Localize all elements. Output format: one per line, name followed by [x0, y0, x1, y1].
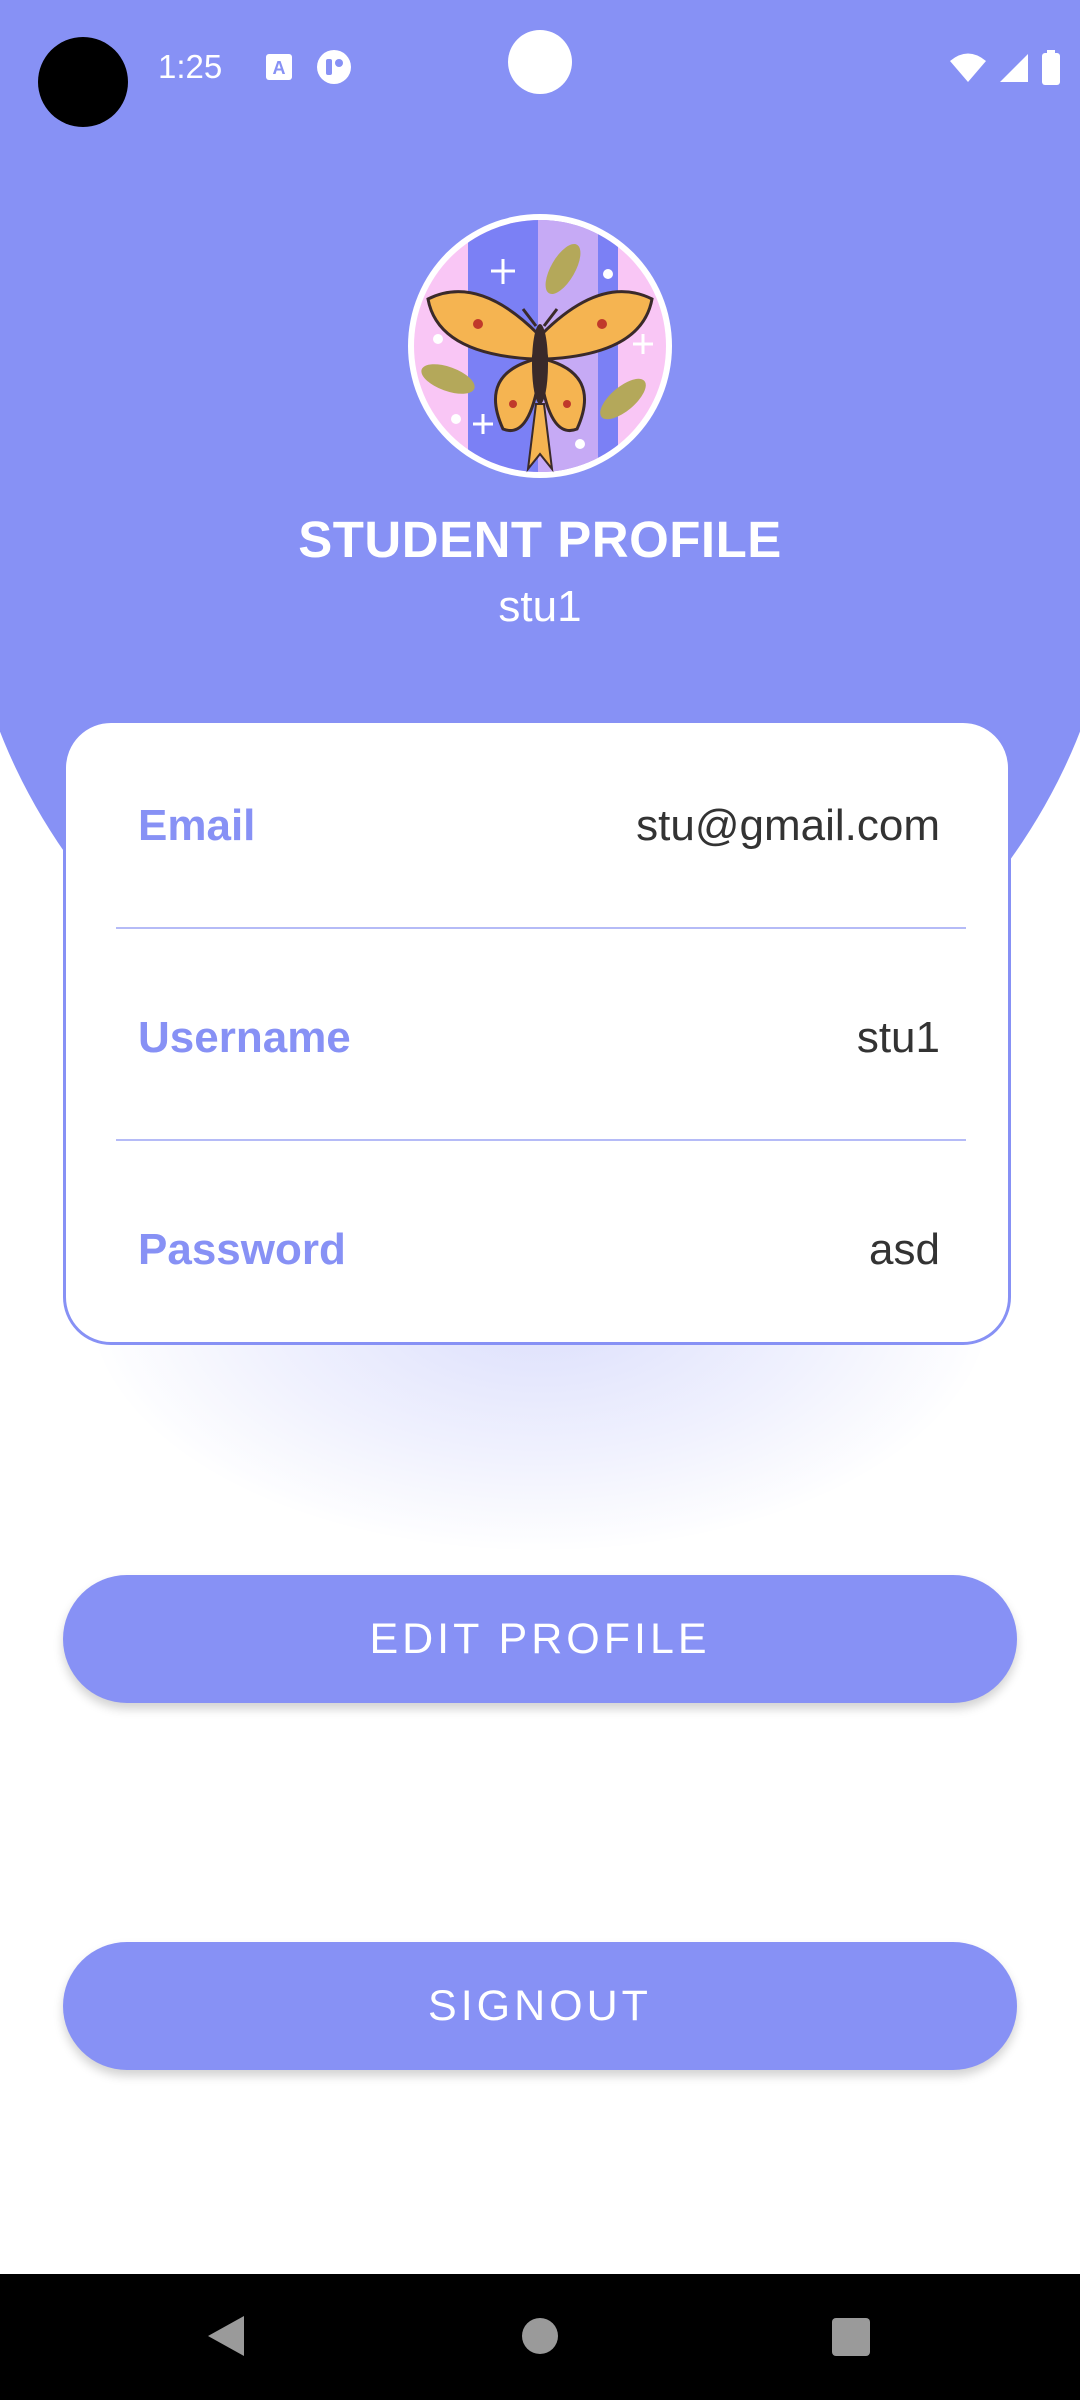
edit-profile-button[interactable]: EDIT PROFILE: [63, 1575, 1017, 1703]
email-row: Email stu@gmail.com: [66, 775, 1008, 875]
a-icon: A: [266, 54, 292, 80]
back-icon[interactable]: [206, 2314, 246, 2358]
email-label: Email: [138, 801, 256, 850]
status-bar: 1:25 A: [0, 0, 1080, 130]
svg-text:A: A: [273, 58, 286, 78]
signal-icon: [1000, 54, 1028, 82]
username-label: Username: [138, 1013, 351, 1062]
username-row: Username stu1: [66, 987, 1008, 1087]
password-value: asd: [869, 1225, 940, 1274]
username-value: stu1: [856, 1013, 940, 1062]
status-right-icons: [948, 50, 1062, 86]
profile-username-subtitle: stu1: [498, 582, 582, 631]
divider: [116, 927, 966, 929]
divider: [116, 1139, 966, 1141]
password-row: Password asd: [66, 1199, 1008, 1299]
battery-icon: [1042, 50, 1060, 85]
profile-info-card: Email stu@gmail.com Username stu1 Passwo…: [63, 720, 1011, 1345]
wifi-icon: [950, 53, 986, 82]
front-sensor: [508, 30, 572, 94]
profile-avatar[interactable]: [408, 214, 672, 478]
system-nav-bar: [0, 2274, 1080, 2400]
recent-apps-icon[interactable]: [832, 2318, 870, 2356]
butterfly-avatar: [414, 220, 666, 473]
status-time: 1:25: [158, 48, 223, 85]
app-icon: [317, 50, 351, 84]
email-value: stu@gmail.com: [636, 801, 940, 850]
page-title: STUDENT PROFILE: [298, 511, 782, 568]
camera-cutout: [38, 37, 128, 127]
home-icon[interactable]: [522, 2318, 558, 2354]
signout-button[interactable]: SIGNOUT: [63, 1942, 1017, 2070]
password-label: Password: [138, 1225, 346, 1274]
